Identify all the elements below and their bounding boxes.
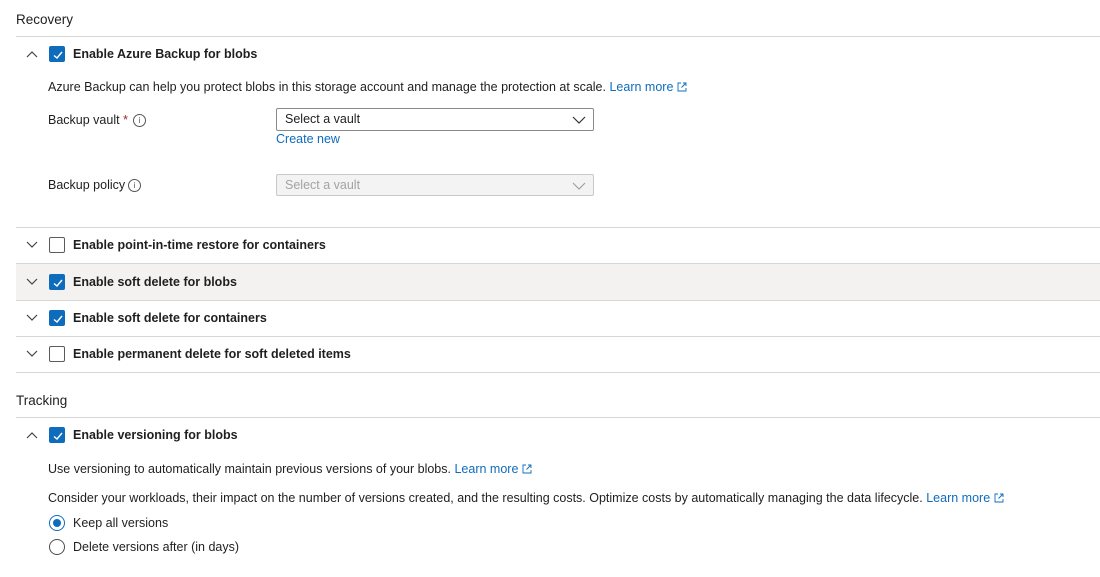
divider <box>16 417 1100 418</box>
divider <box>16 336 1100 337</box>
delete-versions-radio[interactable] <box>49 539 65 555</box>
keep-all-versions-radio[interactable] <box>49 515 65 531</box>
soft-delete-blobs-label: Enable soft delete for blobs <box>73 275 237 289</box>
divider <box>16 36 1100 37</box>
soft-delete-containers-label: Enable soft delete for containers <box>73 311 267 325</box>
chevron-down-icon[interactable] <box>25 238 39 252</box>
learn-more-label: Learn more <box>609 80 674 94</box>
chevron-down-icon <box>572 182 586 190</box>
checkmark-icon <box>53 51 63 59</box>
azure-backup-label: Enable Azure Backup for blobs <box>73 47 258 61</box>
versioning-checkbox[interactable] <box>49 427 65 443</box>
vault-dropdown-value: Select a vault <box>285 112 361 126</box>
info-icon[interactable]: i <box>133 114 146 127</box>
vault-label-text: Backup vault <box>48 113 120 127</box>
versioning-costs-description: Consider your workloads, their impact on… <box>48 491 1004 505</box>
checkmark-icon <box>53 315 63 323</box>
soft-delete-blobs-checkbox[interactable] <box>49 274 65 290</box>
backup-vault-label: Backup vault * <box>48 113 128 127</box>
external-link-icon <box>522 464 532 474</box>
permanent-delete-label: Enable permanent delete for soft deleted… <box>73 347 351 361</box>
chevron-down-icon <box>572 116 586 124</box>
divider <box>16 227 1100 228</box>
learn-more-link[interactable]: Learn more <box>454 462 532 476</box>
policy-dropdown-value: Select a vault <box>285 178 361 192</box>
backup-policy-dropdown: Select a vault <box>276 174 594 196</box>
recovery-section-title: Recovery <box>16 12 74 27</box>
learn-more-label: Learn more <box>926 491 991 505</box>
learn-more-link[interactable]: Learn more <box>926 491 1004 505</box>
chevron-down-icon[interactable] <box>25 347 39 361</box>
keep-all-versions-label: Keep all versions <box>73 516 169 530</box>
permanent-delete-checkbox[interactable] <box>49 346 65 362</box>
required-asterisk: * <box>123 113 128 127</box>
learn-more-link[interactable]: Learn more <box>609 80 687 94</box>
divider <box>16 300 1100 301</box>
versioning-label: Enable versioning for blobs <box>73 428 238 442</box>
checkmark-icon <box>53 432 63 440</box>
point-in-time-label: Enable point-in-time restore for contain… <box>73 238 326 252</box>
description-text: Azure Backup can help you protect blobs … <box>48 80 606 94</box>
point-in-time-checkbox[interactable] <box>49 237 65 253</box>
divider <box>16 372 1100 373</box>
checkmark-icon <box>53 279 63 287</box>
azure-backup-description: Azure Backup can help you protect blobs … <box>48 80 687 94</box>
backup-policy-label: Backup policy <box>48 178 126 192</box>
backup-vault-dropdown[interactable]: Select a vault <box>276 108 594 131</box>
delete-versions-label: Delete versions after (in days) <box>73 540 240 554</box>
chevron-up-icon[interactable] <box>25 428 39 442</box>
versioning-description: Use versioning to automatically maintain… <box>48 462 532 476</box>
soft-delete-containers-checkbox[interactable] <box>49 310 65 326</box>
learn-more-label: Learn more <box>454 462 519 476</box>
tracking-section-title: Tracking <box>16 393 68 408</box>
chevron-down-icon[interactable] <box>25 275 39 289</box>
chevron-down-icon[interactable] <box>25 311 39 325</box>
azure-backup-checkbox[interactable] <box>49 46 65 62</box>
description-text: Use versioning to automatically maintain… <box>48 462 451 476</box>
external-link-icon <box>994 493 1004 503</box>
create-new-link[interactable]: Create new <box>276 132 340 146</box>
costs-text: Consider your workloads, their impact on… <box>48 491 923 505</box>
info-icon[interactable]: i <box>128 179 141 192</box>
external-link-icon <box>677 82 687 92</box>
chevron-up-icon[interactable] <box>25 47 39 61</box>
